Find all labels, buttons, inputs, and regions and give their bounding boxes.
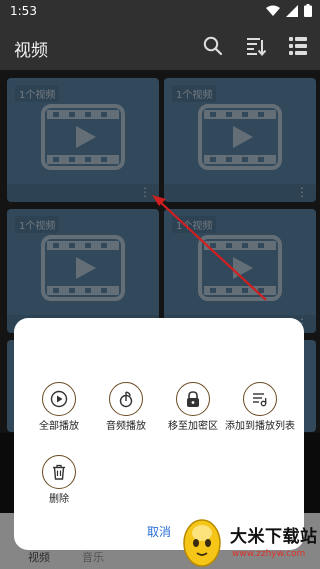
play-all-action[interactable]: 全部播放 xyxy=(23,382,95,433)
lock-icon xyxy=(176,382,210,416)
status-bar: 1:53 xyxy=(0,0,320,24)
move-to-vault-action[interactable]: 移至加密区 xyxy=(157,382,229,433)
battery-icon xyxy=(304,4,312,17)
page-title: 视频 xyxy=(14,41,48,61)
status-time: 1:53 xyxy=(10,4,37,18)
action-label: 添加到播放列表 xyxy=(225,421,295,432)
audio-play-action[interactable]: 音频播放 xyxy=(90,382,162,433)
mascot-logo xyxy=(183,519,221,567)
app-bar: 视频 xyxy=(0,24,320,70)
watermark-title: 大米下载站 xyxy=(230,527,318,547)
watermark: 大米下载站 www.zzhyw.com xyxy=(176,513,320,569)
status-icons xyxy=(266,4,312,17)
add-to-playlist-action[interactable]: 添加到播放列表 xyxy=(224,382,296,433)
action-label: 音频播放 xyxy=(106,421,146,432)
play-circle-icon xyxy=(42,382,76,416)
watermark-url: www.zzhyw.com xyxy=(232,549,306,559)
action-label: 删除 xyxy=(49,494,69,505)
sort-icon[interactable] xyxy=(246,36,266,56)
wifi-icon xyxy=(266,5,280,16)
search-icon[interactable] xyxy=(203,36,223,56)
action-label: 全部播放 xyxy=(39,421,79,432)
delete-action[interactable]: 删除 xyxy=(23,455,95,506)
trash-icon xyxy=(42,455,76,489)
audio-note-icon xyxy=(109,382,143,416)
action-label: 移至加密区 xyxy=(168,421,218,432)
cancel-button[interactable]: 取消 xyxy=(147,523,171,540)
add-playlist-icon xyxy=(243,382,277,416)
list-view-icon[interactable] xyxy=(288,36,308,56)
signal-icon xyxy=(286,4,298,17)
